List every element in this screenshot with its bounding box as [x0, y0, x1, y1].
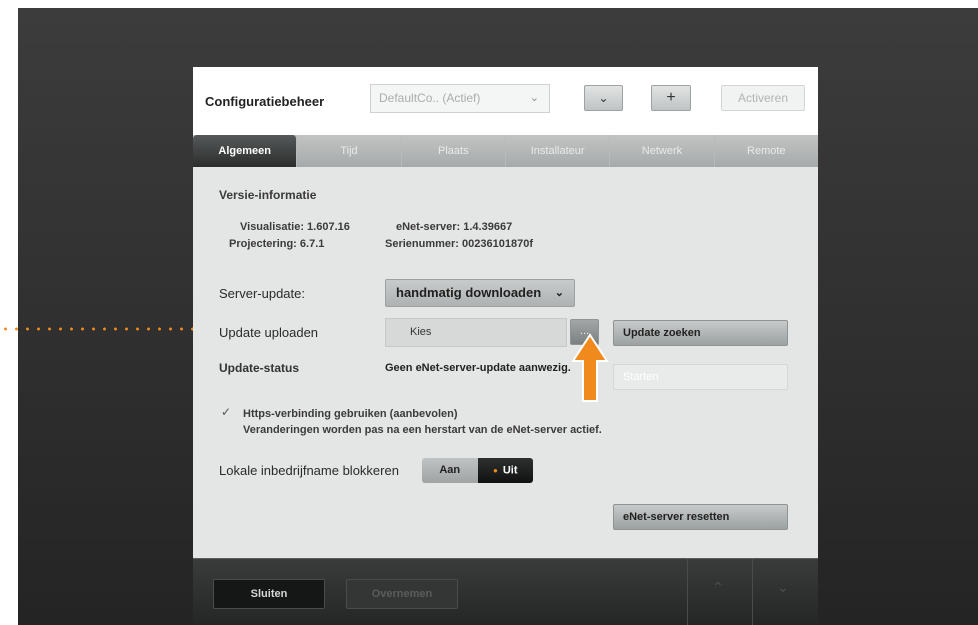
scroll-down-button[interactable]: ⌄	[752, 559, 817, 625]
projectering-version: Projectering: 6.7.1	[229, 238, 325, 250]
update-status-label: Update-status	[219, 361, 300, 375]
chevron-down-icon: ⌄	[554, 287, 564, 299]
chevron-down-icon: ⌄	[777, 579, 789, 595]
chevron-down-icon: ⌄	[598, 91, 609, 105]
tab-netwerk[interactable]: Netwerk	[610, 135, 715, 167]
upload-file-value: Kies	[410, 326, 432, 338]
visualisatie-version: Visualisatie: 1.607.16	[240, 221, 350, 233]
local-block-toggle[interactable]: Aan ● Uit	[422, 458, 533, 483]
https-checkbox[interactable]: ✓	[221, 406, 233, 418]
tab-algemeen[interactable]: Algemeen	[193, 135, 298, 167]
server-update-label: Server-update:	[219, 286, 305, 301]
local-block-label: Lokale inbedrijfname blokkeren	[219, 463, 399, 478]
config-select-value: DefaultCo.. (Actief)	[379, 91, 481, 105]
tab-installateur[interactable]: Installateur	[506, 135, 611, 167]
update-status-value: Geen eNet-server-update aanwezig.	[385, 362, 571, 374]
active-indicator-icon: ●	[492, 466, 498, 475]
config-dropdown-button[interactable]: ⌄	[584, 85, 623, 111]
tab-remote[interactable]: Remote	[715, 135, 818, 167]
serial-number: Serienummer: 00236101870f	[385, 238, 533, 250]
server-update-select[interactable]: handmatig downloaden ⌄	[385, 279, 575, 307]
reset-server-button[interactable]: eNet-server resetten	[613, 504, 788, 530]
configuration-dialog: Configuratiebeheer DefaultCo.. (Actief) …	[193, 67, 818, 625]
https-note: Veranderingen worden pas na een herstart…	[243, 424, 602, 436]
dialog-footer: Sluiten Overnemen ⌃ ⌄	[193, 558, 818, 625]
add-config-button[interactable]: +	[651, 85, 691, 111]
update-upload-label: Update uploaden	[219, 325, 319, 340]
enet-server-version: eNet-server: 1.4.39667	[396, 221, 513, 233]
start-update-button[interactable]: Starten	[613, 364, 788, 390]
tab-tijd[interactable]: Tijd	[297, 135, 402, 167]
callout-leader-line	[0, 327, 195, 331]
toggle-on-option[interactable]: Aan	[422, 458, 478, 483]
plus-icon: +	[666, 89, 676, 106]
dialog-header: Configuratiebeheer DefaultCo.. (Actief) …	[193, 67, 818, 135]
chevron-down-icon: ⌄	[529, 92, 539, 104]
config-select[interactable]: DefaultCo.. (Actief) ⌄	[370, 84, 550, 113]
toggle-off-label: Uit	[502, 464, 518, 477]
https-label: Https-verbinding gebruiken (aanbevolen)	[243, 408, 458, 420]
arrow-up-icon	[571, 333, 609, 402]
dialog-title: Configuratiebeheer	[205, 94, 325, 109]
apply-button[interactable]: Overnemen	[346, 579, 458, 609]
version-info-title: Versie-informatie	[219, 188, 317, 202]
activate-button[interactable]: Activeren	[721, 85, 805, 111]
close-button[interactable]: Sluiten	[213, 579, 325, 609]
search-update-button[interactable]: Update zoeken	[613, 320, 788, 346]
scroll-up-button[interactable]: ⌃	[687, 559, 752, 625]
toggle-off-option[interactable]: ● Uit	[477, 458, 533, 483]
tab-bar: Algemeen Tijd Plaats Installateur Netwer…	[193, 135, 818, 167]
server-update-value: handmatig downloaden	[396, 285, 542, 300]
chevron-up-icon: ⌃	[712, 579, 724, 595]
tab-plaats[interactable]: Plaats	[402, 135, 506, 167]
upload-file-field[interactable]: Kies	[385, 318, 567, 347]
